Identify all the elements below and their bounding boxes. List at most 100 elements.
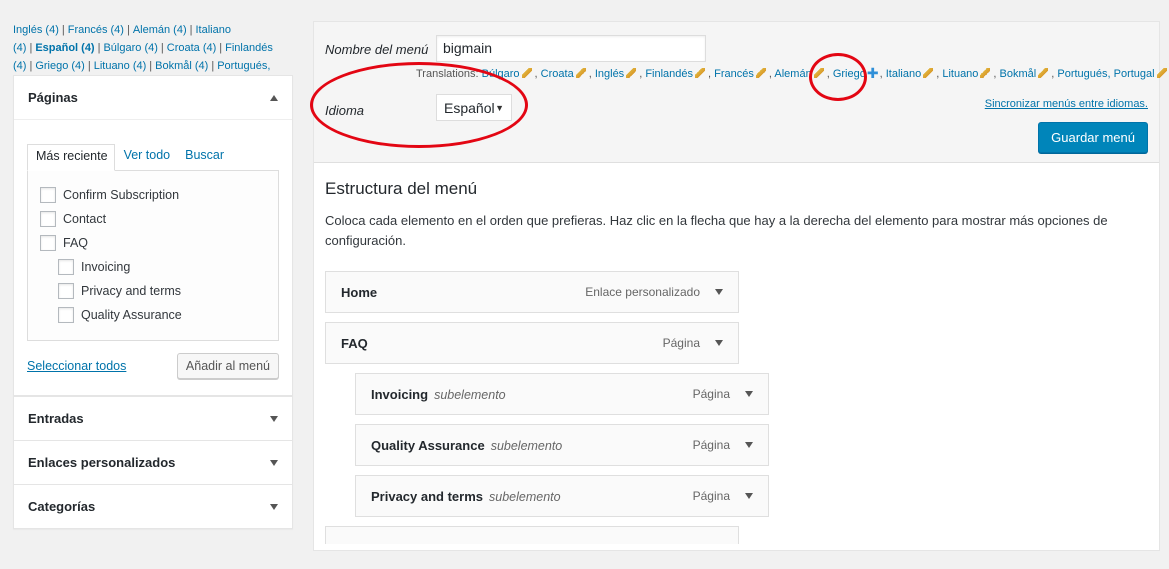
menu-name-input[interactable]: bigmain	[436, 35, 706, 62]
translation-link[interactable]: Croata	[541, 68, 574, 80]
menu-name-label: Nombre del menú	[325, 42, 429, 57]
expand-arrow-icon[interactable]	[270, 459, 278, 466]
translation-link[interactable]: Inglés	[595, 68, 624, 80]
page-checkbox-row[interactable]: Quality Assurance	[40, 303, 266, 327]
translation-link[interactable]: Griego	[833, 68, 866, 80]
translation-link[interactable]: Finlandés	[645, 68, 693, 80]
page-checkbox-row[interactable]: Invoicing	[40, 255, 266, 279]
pencil-icon[interactable]	[695, 68, 706, 78]
menu-item-label: FAQ	[341, 336, 368, 351]
checkbox[interactable]	[58, 259, 74, 275]
pencil-icon[interactable]	[923, 68, 934, 78]
language-link[interactable]: Búlgaro (4)	[103, 42, 157, 54]
menu-structure-title: Estructura del menú	[325, 179, 478, 198]
translation-link[interactable]: Francés	[714, 68, 754, 80]
menu-item-title: Privacy and terms	[371, 488, 484, 504]
select-all-link[interactable]: Seleccionar todos	[27, 359, 126, 373]
pencil-icon[interactable]	[1038, 68, 1049, 78]
menu-item[interactable]: Quality Assurance subelemento Página	[355, 424, 769, 466]
sidebar-box-header[interactable]: Enlaces personalizados	[14, 441, 292, 484]
language-link[interactable]: Alemán (4)	[133, 24, 187, 36]
separator: |	[29, 42, 33, 54]
menu-items-list: Home Enlace personalizado FAQ Página Invoici…	[325, 271, 1148, 517]
page-checkbox-row[interactable]: Confirm Subscription	[40, 183, 266, 207]
menu-header: Nombre del menú bigmain Translations: Bú…	[310, 22, 1167, 163]
page-checkbox-row[interactable]: Privacy and terms	[40, 279, 266, 303]
menu-structure: Estructura del menú Coloca cada elemento…	[314, 163, 1159, 569]
menu-item-sub: subelemento	[490, 438, 563, 453]
menu-editor: Nombre del menú bigmain Translations: Bú…	[310, 21, 1167, 551]
menu-item-partial	[325, 526, 739, 544]
pages-box-header[interactable]: Páginas	[14, 76, 292, 119]
page-label: Quality Assurance	[81, 308, 182, 322]
expand-arrow-icon[interactable]	[270, 503, 278, 510]
checkbox[interactable]	[40, 187, 56, 203]
sync-menus-link[interactable]: Sincronizar menús entre idiomas.	[985, 98, 1148, 110]
checkbox[interactable]	[58, 307, 74, 323]
expand-arrow-icon[interactable]	[745, 442, 753, 448]
translation-link[interactable]: Lituano	[942, 68, 978, 80]
separator: |	[149, 60, 153, 72]
expand-arrow-icon[interactable]	[715, 289, 723, 295]
tab-search[interactable]: Buscar	[176, 144, 230, 170]
tab-most-recent[interactable]: Más reciente	[27, 144, 115, 171]
pencil-icon[interactable]	[626, 68, 637, 78]
language-link[interactable]: Croata (4)	[167, 42, 217, 54]
pencil-icon[interactable]	[755, 68, 766, 78]
menu-item-label: Quality Assurance subelemento	[371, 438, 562, 453]
sidebar-box: Entradas	[13, 396, 293, 441]
language-link[interactable]: Bokmål (4)	[155, 60, 208, 72]
sidebar-box-title: Enlaces personalizados	[28, 455, 176, 470]
page-checkbox-row[interactable]: FAQ	[40, 231, 266, 255]
checkbox[interactable]	[40, 235, 56, 251]
pencil-icon[interactable]	[1156, 68, 1167, 78]
save-menu-button[interactable]: Guardar menú	[1038, 122, 1148, 153]
checkbox[interactable]	[58, 283, 74, 299]
translation-link[interactable]: Portugués, Portugal	[1057, 68, 1154, 80]
menu-item-type: Enlace personalizado	[585, 285, 700, 299]
pencil-icon[interactable]	[521, 68, 532, 78]
pencil-icon[interactable]	[980, 68, 991, 78]
menu-item-meta: Enlace personalizado	[585, 285, 723, 299]
menu-item-meta: Página	[693, 438, 753, 452]
menu-item[interactable]: Privacy and terms subelemento Página	[355, 475, 769, 517]
translation-link[interactable]: Italiano	[886, 68, 921, 80]
language-link[interactable]: Español (4)	[35, 42, 94, 54]
expand-arrow-icon[interactable]	[715, 340, 723, 346]
translation-link[interactable]: Búlgaro	[482, 68, 520, 80]
pencil-icon[interactable]	[575, 68, 586, 78]
language-link[interactable]: Griego (4)	[35, 60, 85, 72]
menu-item-type: Página	[692, 438, 730, 452]
menu-item[interactable]: Invoicing subelemento Página	[355, 373, 769, 415]
separator: |	[87, 60, 91, 72]
dropdown-caret-icon: ▼	[495, 102, 504, 113]
pencil-icon[interactable]	[813, 68, 824, 78]
translations-list: Translations: Búlgaro, Croata, Inglés, F…	[416, 66, 1169, 80]
separator: |	[97, 42, 101, 54]
expand-arrow-icon[interactable]	[270, 415, 278, 422]
translation-link[interactable]: Alemán	[774, 68, 811, 80]
menu-item[interactable]: Home Enlace personalizado	[325, 271, 739, 313]
tab-view-all[interactable]: Ver todo	[115, 144, 177, 170]
sidebar-box: Categorías	[13, 485, 293, 529]
expand-arrow-icon[interactable]	[745, 391, 753, 397]
language-link[interactable]: Lituano (4)	[94, 60, 147, 72]
menu-item-meta: Página	[693, 489, 753, 503]
plus-icon[interactable]: ✚	[867, 66, 879, 80]
sidebar-box-header[interactable]: Categorías	[14, 485, 292, 528]
language-select[interactable]: Español ▼	[436, 94, 512, 121]
sidebar-box-header[interactable]: Entradas	[14, 397, 292, 440]
menu-item[interactable]: FAQ Página	[325, 322, 739, 364]
menu-item-title: Quality Assurance	[371, 437, 485, 453]
collapse-arrow-icon[interactable]	[270, 94, 278, 101]
page-checkbox-row[interactable]: Contact	[40, 207, 266, 231]
translation-link[interactable]: Bokmål	[1000, 68, 1037, 80]
separator: |	[189, 24, 193, 36]
language-link[interactable]: Francés (4)	[68, 24, 124, 36]
pages-tabs: Más reciente Ver todo Buscar	[27, 144, 279, 171]
language-link[interactable]: Inglés (4)	[13, 24, 59, 36]
add-to-menu-button[interactable]: Añadir al menú	[176, 353, 279, 379]
sidebar-box-title: Entradas	[28, 411, 84, 426]
checkbox[interactable]	[40, 211, 56, 227]
expand-arrow-icon[interactable]	[745, 493, 753, 499]
